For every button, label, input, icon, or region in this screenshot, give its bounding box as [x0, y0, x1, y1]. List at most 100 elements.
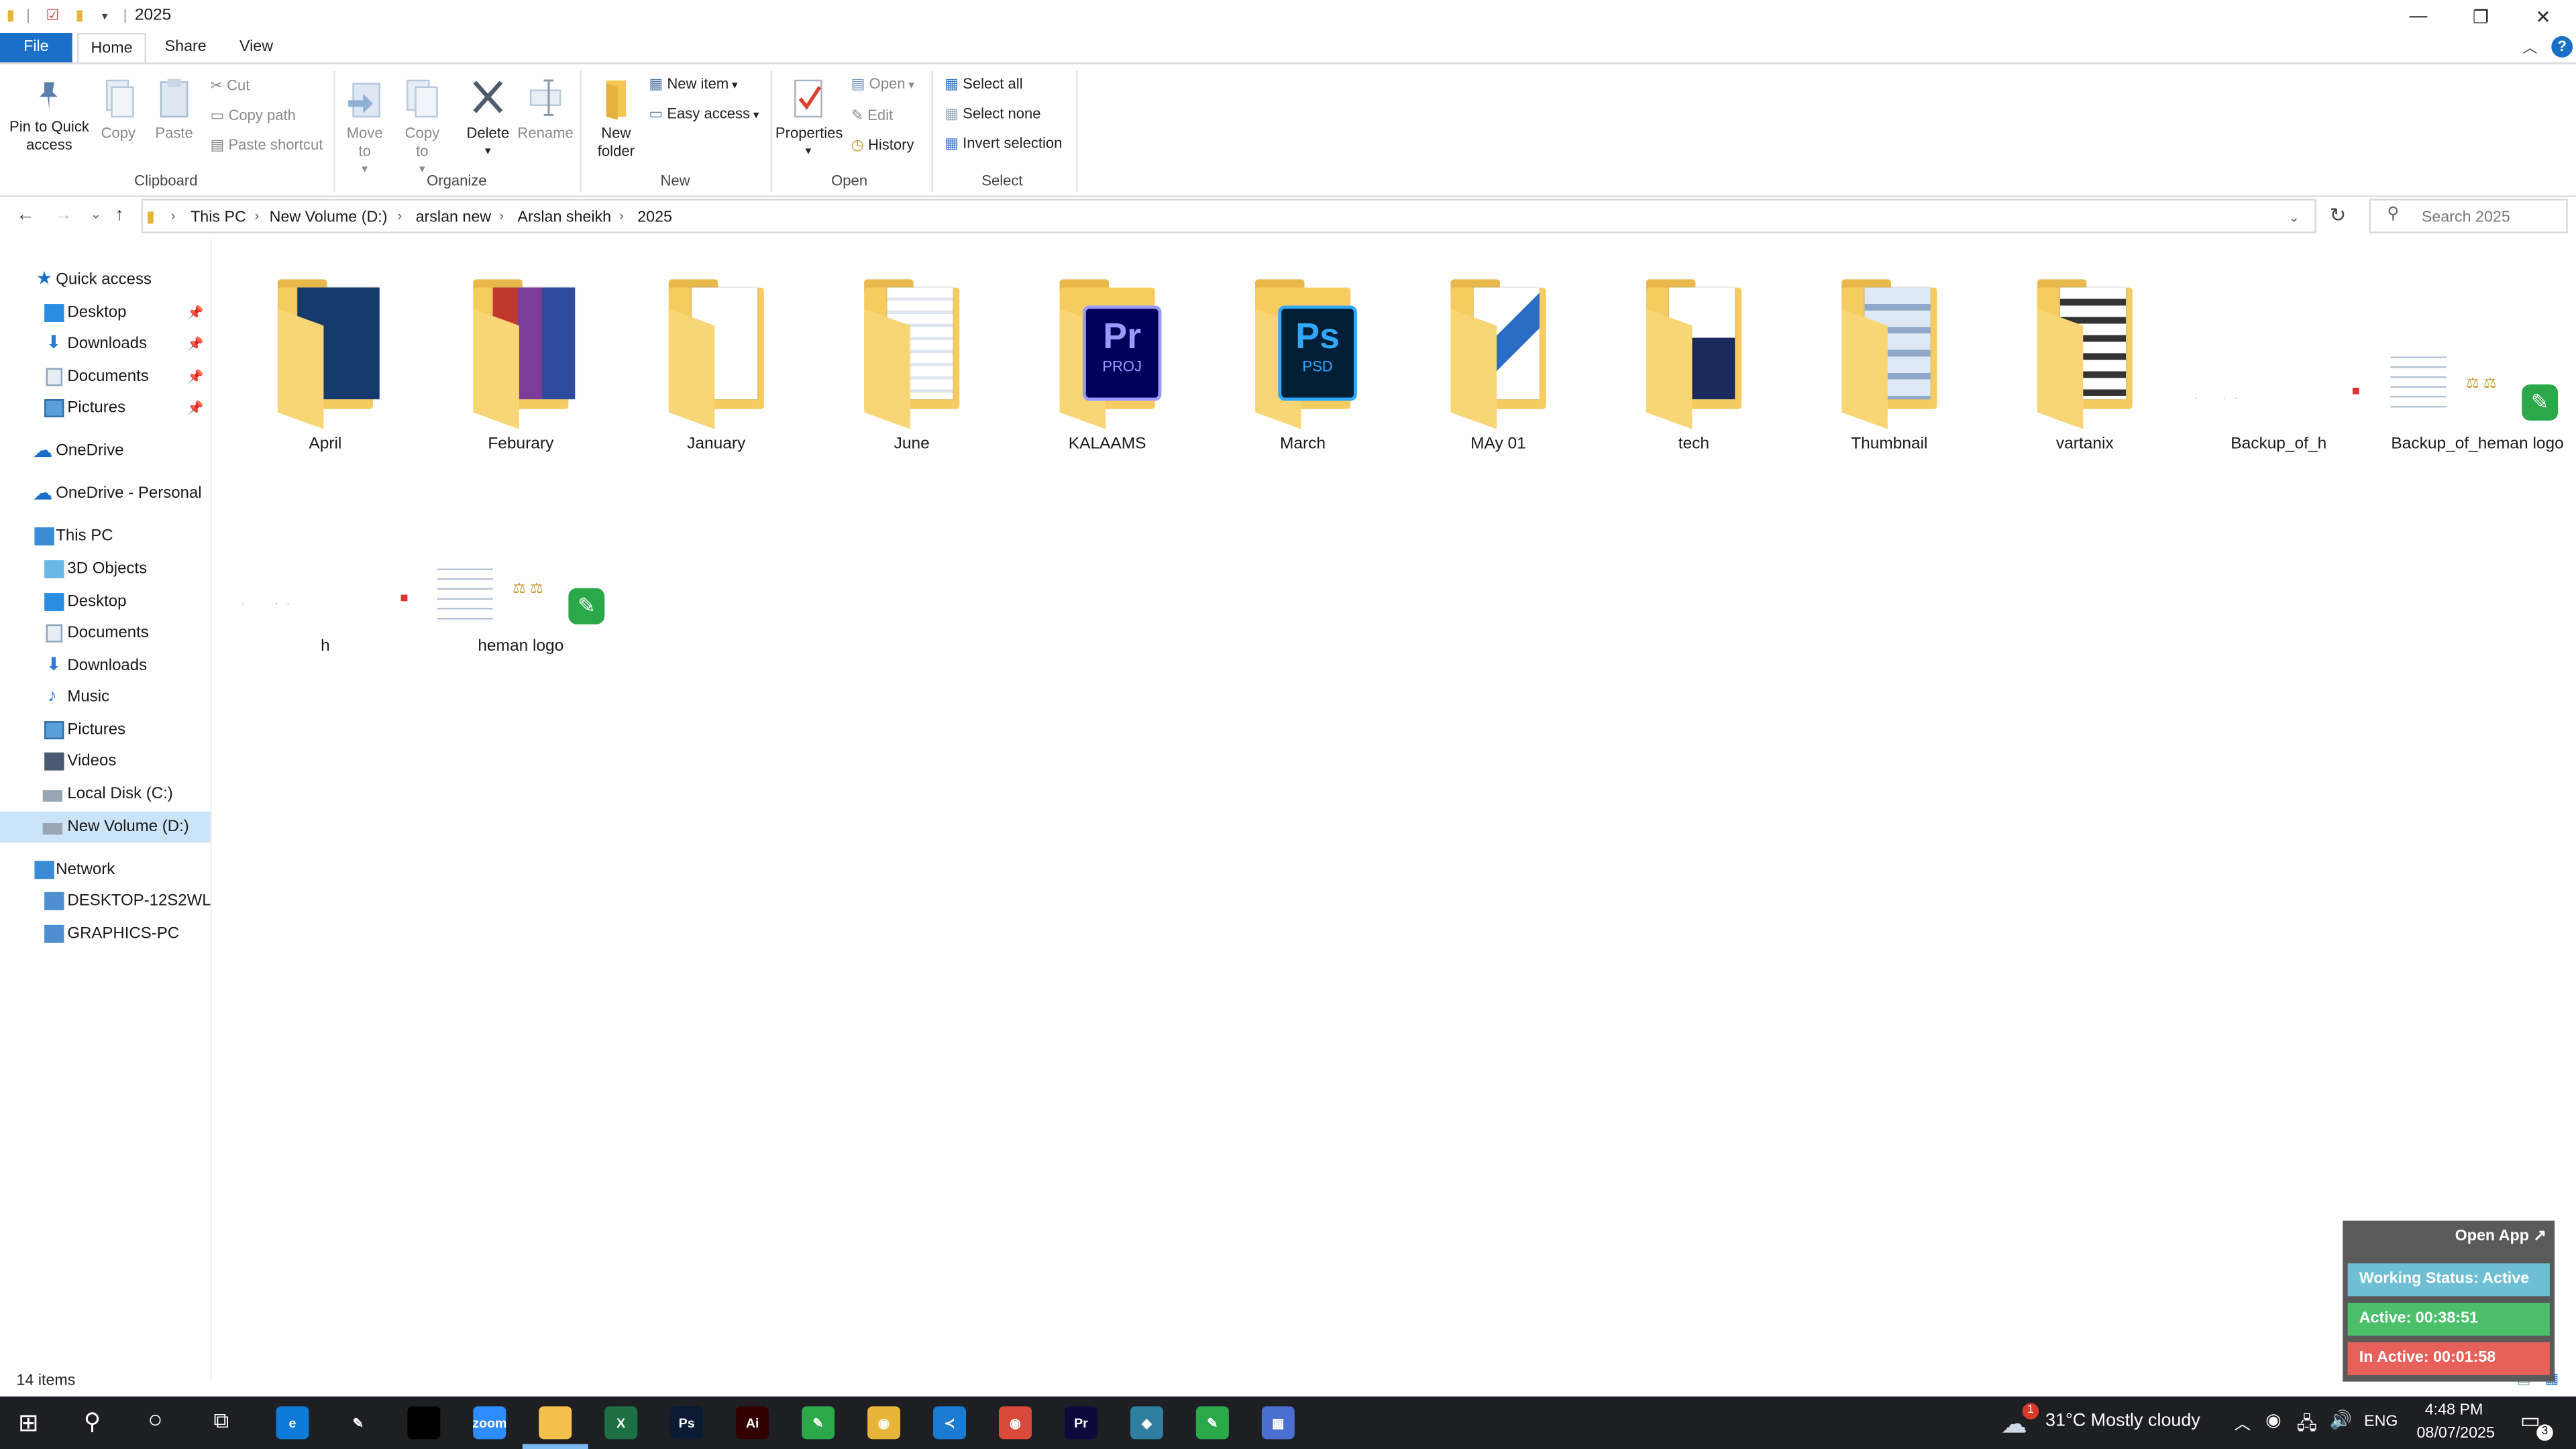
properties-button[interactable]: Properties ▾ [775, 77, 843, 161]
nav-quick-downloads[interactable]: ⬇ Downloads 📌 [0, 329, 210, 360]
forward-arrow-icon[interactable]: → [54, 205, 72, 225]
nav-network-desktop[interactable]: DESKTOP-12S2WL [0, 885, 211, 917]
copy-button[interactable]: Copy [99, 77, 138, 143]
file-item-heman-logo[interactable]: ⚖ ⚖ ✎ heman logo [431, 465, 611, 662]
app-icon[interactable]: ◆ [1130, 1406, 1163, 1440]
nav-downloads[interactable]: ⬇ Downloads [0, 651, 210, 682]
clock-time[interactable]: 4:48 PM [2425, 1401, 2483, 1419]
nav-this-pc[interactable]: This PC [0, 521, 210, 552]
recent-locations-chevron-icon[interactable]: ⌄ [91, 207, 101, 222]
file-item-backup-of-heman-logo[interactable]: ⚖ ⚖ ✎ Backup_of_heman logo [2383, 263, 2571, 460]
new-folder-button[interactable]: New folder [588, 77, 644, 161]
nav-onedrive-personal[interactable]: ☁ OneDrive - Personal [0, 478, 210, 510]
easy-access-button[interactable]: ▭ Easy access ▾ [649, 105, 759, 125]
copy-to-button[interactable]: Copy to ▾ [399, 77, 445, 179]
folder-item-thumbnail[interactable]: Thumbnail [1799, 263, 1980, 460]
folder-item-feburary[interactable]: Feburary [431, 263, 611, 460]
select-all-button[interactable]: ▦ Select all [945, 76, 1022, 94]
weather-text[interactable]: 31°C Mostly cloudy [2045, 1411, 2200, 1431]
breadcrumb-arslan-new[interactable]: arslan new [416, 209, 492, 227]
folder-item-kalaams[interactable]: Pr PROJ KALAAMS [1017, 263, 1197, 460]
folder-item-june[interactable]: June [822, 263, 1002, 460]
breadcrumb-new-volume[interactable]: New Volume (D:) [270, 209, 388, 227]
open-app-button[interactable]: Open App ↗ [2455, 1227, 2546, 1245]
history-button[interactable]: ◷ History [851, 136, 914, 154]
address-dropdown-icon[interactable]: ⌄ [2288, 210, 2299, 225]
zoom-icon[interactable]: zoom [472, 1406, 506, 1440]
rename-button[interactable]: Rename [517, 77, 574, 143]
select-none-button[interactable]: ▦ Select none [945, 105, 1040, 123]
nav-pictures[interactable]: Pictures [0, 714, 210, 746]
invert-selection-button[interactable]: ▦ Invert selection [945, 135, 1062, 153]
search-box[interactable]: ⚲ Search 2025 [2369, 199, 2568, 233]
nav-videos[interactable]: Videos [0, 746, 210, 777]
delete-button[interactable]: Delete ▾ [464, 77, 513, 161]
breadcrumb-2025[interactable]: 2025 [637, 209, 672, 227]
search-icon[interactable]: ⚲ [84, 1408, 101, 1436]
folder-item-april[interactable]: April [235, 263, 415, 460]
tab-view[interactable]: View [230, 33, 282, 62]
chrome-icon-2[interactable]: ◉ [998, 1406, 1032, 1440]
task-view-icon[interactable]: ⧉ [213, 1408, 229, 1434]
customize-quick-access-icon[interactable]: ▾ [102, 10, 108, 23]
nav-onedrive[interactable]: ☁ OneDrive [0, 435, 210, 467]
cortana-icon[interactable]: ○ [148, 1406, 162, 1434]
paste-shortcut-button[interactable]: ▤ Paste shortcut [210, 136, 323, 154]
nav-quick-desktop[interactable]: Desktop 📌 [0, 297, 210, 329]
cut-button[interactable]: ✂ Cut [210, 77, 250, 95]
edit-button[interactable]: ✎ Edit [851, 107, 894, 125]
volume-icon[interactable]: 🔊 [2330, 1409, 2353, 1431]
folder-item-tech[interactable]: tech [1603, 263, 1784, 460]
nav-documents[interactable]: Documents [0, 618, 210, 649]
properties-quick-icon[interactable]: ☑ [46, 7, 60, 25]
clock-date[interactable]: 08/07/2025 [2416, 1424, 2494, 1442]
tab-share[interactable]: Share [158, 33, 213, 62]
restore-button[interactable]: ❐ [2449, 0, 2512, 33]
folder-item-may-01[interactable]: MAy 01 [1408, 263, 1589, 460]
nav-quick-documents[interactable]: Documents 📌 [0, 362, 210, 393]
show-hidden-icons-chevron-icon[interactable]: ︿ [2235, 1409, 2251, 1434]
refresh-icon[interactable]: ↻ [2330, 204, 2347, 227]
language-indicator[interactable]: ENG [2364, 1413, 2398, 1431]
tab-home[interactable]: Home [77, 32, 146, 63]
breadcrumb-arslan-sheikh[interactable]: Arslan sheikh [517, 209, 611, 227]
illustrator-icon[interactable]: Ai [736, 1406, 769, 1440]
new-item-button[interactable]: ▦ New item ▾ [649, 76, 737, 95]
file-item-h[interactable]: · · · h [235, 465, 415, 662]
windows-start-icon[interactable]: ⊞ [18, 1408, 39, 1438]
corel-icon-2[interactable]: ✎ [1195, 1406, 1229, 1440]
folder-item-vartanix[interactable]: vartanix [1994, 263, 2175, 460]
paste-button[interactable]: Paste [153, 77, 196, 143]
nav-3d-objects[interactable]: 3D Objects [0, 553, 210, 585]
folder-item-march[interactable]: Ps PSD March [1212, 263, 1393, 460]
new-folder-quick-icon[interactable]: ▮ [76, 7, 84, 25]
folder-item-january[interactable]: January [626, 263, 806, 460]
breadcrumb-this-pc[interactable]: This PC [191, 209, 246, 227]
minimize-button[interactable]: — [2387, 0, 2449, 33]
close-button[interactable]: ✕ [2512, 0, 2575, 33]
open-button[interactable]: ▤ Open ▾ [851, 76, 914, 95]
back-arrow-icon[interactable]: ← [16, 205, 34, 225]
network-icon[interactable]: 🖧 [2297, 1409, 2317, 1441]
excel-icon[interactable]: X [604, 1406, 638, 1440]
edge-icon[interactable]: e [276, 1406, 309, 1440]
move-to-button[interactable]: Move to ▾ [341, 77, 388, 179]
calculator-icon[interactable]: ▦ [1261, 1406, 1295, 1440]
photoshop-icon[interactable]: Ps [670, 1406, 704, 1440]
tab-file[interactable]: File [0, 32, 72, 63]
chrome-icon[interactable]: ◉ [867, 1406, 901, 1440]
terminal-icon[interactable] [407, 1406, 441, 1440]
nav-local-disk-c[interactable]: Local Disk (C:) [0, 779, 210, 810]
address-bar[interactable]: ▮ › This PC › New Volume (D:) › arslan n… [141, 199, 2317, 233]
nav-quick-access[interactable]: ★ Quick access [0, 264, 210, 296]
pin-to-quick-access-button[interactable]: Pin to Quick access [3, 77, 95, 154]
corel-icon[interactable]: ✎ [802, 1406, 835, 1440]
collapse-ribbon-icon[interactable]: ︿ [2518, 33, 2541, 62]
nav-desktop[interactable]: Desktop [0, 586, 210, 618]
nav-music[interactable]: ♪ Music [0, 682, 210, 713]
help-icon[interactable]: ? [2551, 36, 2573, 58]
up-arrow-icon[interactable]: ↑ [115, 205, 123, 225]
meet-now-icon[interactable]: ◉ [2265, 1409, 2282, 1431]
copy-path-button[interactable]: ▭ Copy path [210, 107, 295, 125]
nav-new-volume-d[interactable]: New Volume (D:) [0, 811, 211, 843]
